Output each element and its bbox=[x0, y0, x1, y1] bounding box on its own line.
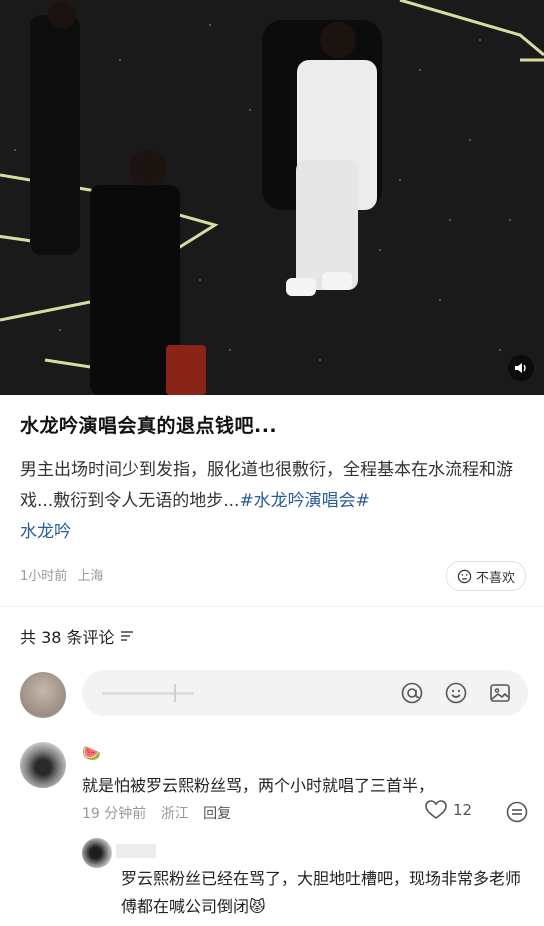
user-badge-emoji: 🍉 bbox=[82, 744, 101, 762]
input-placeholder bbox=[102, 692, 194, 695]
my-avatar bbox=[20, 672, 66, 718]
image-icon[interactable] bbox=[488, 681, 512, 705]
volume-icon bbox=[515, 363, 526, 373]
comment-count-label: 共 38 条评论 bbox=[20, 628, 115, 647]
more-options-icon[interactable] bbox=[505, 800, 529, 824]
comment-time: 19 分钟前 bbox=[82, 806, 147, 822]
hashtag-link[interactable]: #水龙吟演唱会# bbox=[239, 491, 370, 511]
post-photo[interactable] bbox=[0, 0, 544, 395]
at-icon[interactable] bbox=[400, 681, 424, 705]
volume-button[interactable] bbox=[508, 355, 534, 381]
section-divider bbox=[0, 606, 544, 607]
like-button[interactable]: 12 bbox=[425, 800, 472, 820]
comments-header[interactable]: 共 38 条评论 bbox=[20, 624, 134, 648]
commenter-avatar[interactable] bbox=[20, 742, 66, 788]
post-title: 水龙吟演唱会真的退点钱吧... bbox=[20, 415, 278, 437]
sub-reply-text: 罗云熙粉丝已经在骂了，大胆地吐槽吧，现场非常多老师傅都在喊公司倒闭😾 bbox=[121, 869, 522, 916]
post-location: 上海 bbox=[77, 569, 104, 584]
replier-avatar[interactable] bbox=[82, 838, 112, 868]
heart-icon bbox=[425, 800, 447, 819]
comment-text: 就是怕被罗云熙粉丝骂，两个小时就唱了三首半， bbox=[82, 776, 435, 795]
comment-meta: 19 分钟前 浙江 回复 bbox=[82, 803, 241, 823]
post-body: 男主出场时间少到发指，服化道也很敷衍，全程基本在水流程和游戏...敷衍到令人无语… bbox=[20, 455, 525, 548]
dislike-button[interactable]: 不喜欢 bbox=[445, 561, 526, 591]
post-meta: 1小时前 上海 bbox=[20, 565, 109, 584]
replier-name-redacted bbox=[116, 844, 156, 858]
sort-icon bbox=[120, 631, 133, 641]
dislike-label: 不喜欢 bbox=[475, 570, 515, 586]
emoji-icon[interactable] bbox=[444, 681, 468, 705]
reply-button[interactable]: 回复 bbox=[203, 806, 231, 822]
comment-input[interactable] bbox=[82, 670, 528, 716]
post-time: 1小时前 bbox=[20, 569, 68, 584]
hashtag-link[interactable]: 水龙吟 bbox=[20, 522, 71, 542]
neutral-face-icon bbox=[457, 569, 472, 583]
comment-location: 浙江 bbox=[160, 806, 189, 822]
like-count: 12 bbox=[453, 801, 473, 819]
input-caret bbox=[174, 684, 176, 702]
